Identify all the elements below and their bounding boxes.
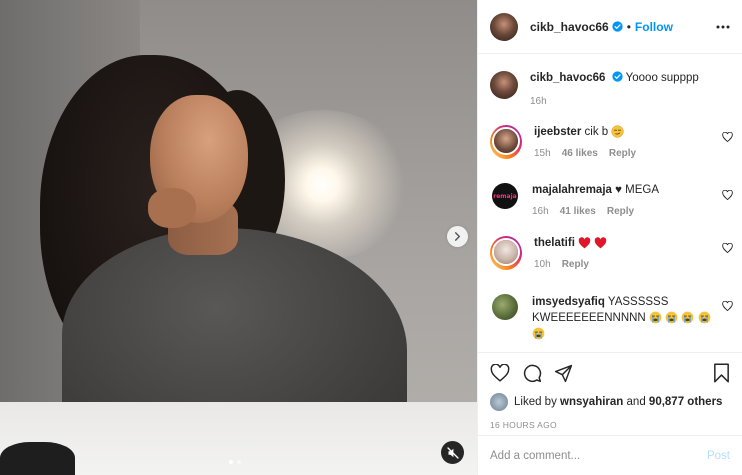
- liked-by-user[interactable]: wnsyahiran: [560, 396, 623, 408]
- action-icon-bar: [490, 353, 730, 393]
- header-separator: •: [626, 19, 631, 34]
- comment-author[interactable]: majalahremaja: [532, 184, 612, 196]
- reply-button[interactable]: Reply: [607, 206, 634, 217]
- paper-plane-icon: [554, 364, 573, 382]
- comment-row: imsyedsyafiq YASSSSSS KWEEEEEEENNNNN: [490, 294, 735, 342]
- comment-author[interactable]: imsyedsyafiq: [532, 296, 605, 308]
- author-username[interactable]: cikb_havoc66: [530, 20, 609, 34]
- liked-by-others[interactable]: 90,877 others: [649, 396, 723, 408]
- red-heart-emoji-icon: [578, 237, 591, 249]
- heart-icon: [490, 364, 510, 382]
- save-button[interactable]: [713, 363, 730, 383]
- carousel-dot-active: [229, 460, 233, 464]
- red-heart-emoji-icon: [595, 237, 607, 249]
- carousel-dot: [237, 460, 241, 464]
- liked-by-and: and: [626, 396, 646, 408]
- sob-emoji-icon: [698, 311, 710, 324]
- commenter-story-ring[interactable]: [490, 236, 522, 270]
- comment-time[interactable]: 15h: [534, 148, 551, 159]
- comment-like-heart-icon[interactable]: [722, 301, 733, 311]
- sob-emoji-icon: [665, 311, 678, 324]
- commenter-avatar[interactable]: [492, 294, 518, 320]
- comment-time[interactable]: 10h: [534, 259, 551, 270]
- caption-row: cikb_havoc66 Yoooo supppp 16h: [490, 71, 735, 107]
- like-button[interactable]: [490, 364, 510, 382]
- commenter-avatar: [494, 240, 518, 264]
- majalahremaja-logo-icon: remaja: [493, 192, 517, 200]
- post-media[interactable]: [0, 0, 477, 475]
- comment-text: ♥ MEGA: [615, 184, 660, 196]
- comment-time[interactable]: 16h: [532, 206, 549, 217]
- reply-button[interactable]: Reply: [562, 259, 589, 270]
- post-header: cikb_havoc66 • Follow: [478, 0, 742, 54]
- comments-list[interactable]: cikb_havoc66 Yoooo supppp 16h ijeebster: [478, 55, 742, 352]
- caption-time[interactable]: 16h: [530, 96, 547, 107]
- post-timestamp[interactable]: 16 HOURS AGO: [490, 420, 730, 430]
- photo-hand: [148, 188, 196, 228]
- commenter-story-ring[interactable]: [490, 125, 522, 159]
- comment-button[interactable]: [522, 363, 542, 383]
- share-button[interactable]: [554, 364, 573, 383]
- photo-cup: [0, 442, 75, 475]
- comment-likes[interactable]: 41 likes: [560, 206, 596, 217]
- comment-row: remaja majalahremaja ♥ MEGA 16h 41 likes…: [490, 183, 735, 217]
- speaker-muted-icon: [446, 446, 459, 459]
- comment-row: ijeebster cik b 15h 46 likes Reply: [490, 125, 735, 159]
- comment-composer: Post: [478, 435, 742, 475]
- liker-avatar[interactable]: [490, 393, 508, 411]
- verified-badge-icon: [612, 21, 623, 32]
- comment-like-heart-icon[interactable]: [722, 190, 733, 200]
- comment-like-heart-icon[interactable]: [722, 132, 733, 142]
- commenter-avatar: [494, 129, 518, 153]
- follow-button[interactable]: Follow: [635, 20, 673, 34]
- commenter-avatar[interactable]: remaja: [492, 183, 518, 209]
- more-horizontal-icon: [716, 25, 730, 28]
- more-options-button[interactable]: [716, 25, 730, 29]
- speech-bubble-icon: [523, 364, 542, 383]
- carousel-indicator: [229, 460, 241, 464]
- reply-button[interactable]: Reply: [609, 148, 636, 159]
- liked-by-row: Liked by wnsyahiran and 90,877 others: [490, 393, 730, 411]
- liked-by-prefix: Liked by: [514, 396, 557, 408]
- comment-text: cik b: [584, 126, 609, 138]
- add-comment-input[interactable]: [490, 449, 707, 462]
- next-slide-button[interactable]: [447, 226, 468, 247]
- verified-badge-icon: [612, 71, 623, 82]
- caption-author-avatar[interactable]: [490, 71, 518, 99]
- post-comment-button[interactable]: Post: [707, 450, 730, 462]
- mute-button[interactable]: [441, 441, 464, 464]
- caption-author[interactable]: cikb_havoc66: [530, 72, 605, 84]
- caption-body: Yoooo supppp: [625, 72, 699, 84]
- post-side-panel: cikb_havoc66 • Follow cikb_havoc66 Yoooo…: [477, 0, 742, 475]
- smirk-emoji-icon: [611, 125, 624, 138]
- sob-emoji-icon: [649, 311, 662, 324]
- comment-likes[interactable]: 46 likes: [562, 148, 598, 159]
- bookmark-icon: [714, 363, 729, 383]
- post-actions: Liked by wnsyahiran and 90,877 others 16…: [478, 352, 742, 430]
- comment-row: thelatifi 10h Reply: [490, 236, 735, 270]
- sob-emoji-icon: [682, 311, 694, 324]
- sob-emoji-icon: [532, 327, 545, 340]
- comment-like-heart-icon[interactable]: [722, 243, 733, 253]
- comment-author[interactable]: ijeebster: [534, 126, 581, 138]
- author-avatar[interactable]: [490, 12, 518, 41]
- comment-author[interactable]: thelatifi: [534, 237, 575, 249]
- caption-text: cikb_havoc66 Yoooo supppp: [530, 71, 715, 86]
- chevron-right-icon: [454, 232, 461, 241]
